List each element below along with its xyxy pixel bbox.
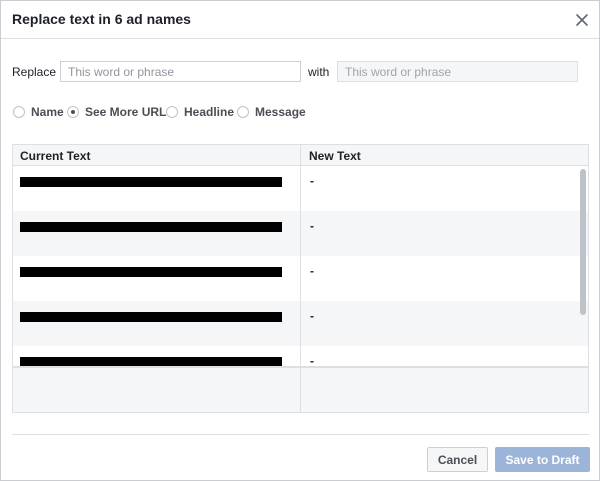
table-row: - — [13, 301, 588, 346]
new-text-cell: - — [310, 219, 314, 233]
close-icon[interactable] — [572, 10, 592, 30]
replace-input[interactable] — [60, 61, 301, 82]
radio-see-more-url-label: See More URL — [85, 105, 167, 119]
table-scrollbar[interactable] — [580, 169, 586, 315]
radio-message[interactable]: Message — [237, 103, 306, 121]
table-row: - — [13, 256, 588, 301]
radio-see-more-url-circle — [67, 106, 79, 118]
save-to-draft-button[interactable]: Save to Draft — [495, 447, 590, 472]
table-row: - — [13, 211, 588, 256]
radio-name[interactable]: Name — [13, 103, 64, 121]
new-text-cell: - — [310, 174, 314, 188]
redacted-current-text — [20, 312, 282, 322]
dialog-header: Replace text in 6 ad names — [1, 1, 599, 39]
footer-divider — [12, 434, 589, 435]
replace-row: Replace with — [1, 61, 599, 83]
radio-see-more-url[interactable]: See More URL — [67, 103, 166, 121]
replace-preview-table: Current Text New Text - - - - - — [12, 144, 589, 413]
new-text-cell: - — [310, 354, 314, 366]
table-row: - — [13, 346, 588, 366]
redacted-current-text — [20, 357, 282, 366]
table-body: - - - - - — [13, 166, 588, 366]
redacted-current-text — [20, 222, 282, 232]
replace-label: Replace — [12, 65, 57, 79]
column-divider — [300, 145, 301, 412]
radio-name-circle — [13, 106, 25, 118]
table-row: - — [13, 166, 588, 211]
table-header: Current Text New Text — [13, 145, 588, 166]
redacted-current-text — [20, 267, 282, 277]
radio-headline-label: Headline — [184, 105, 235, 119]
table-footer — [13, 366, 588, 412]
column-header-current-text: Current Text — [20, 149, 91, 163]
cancel-button[interactable]: Cancel — [427, 447, 488, 472]
radio-message-label: Message — [255, 105, 306, 119]
with-label: with — [308, 65, 330, 79]
with-input[interactable] — [337, 61, 578, 82]
radio-name-label: Name — [31, 105, 64, 119]
field-options: Name See More URL Headline Message — [1, 103, 599, 121]
radio-headline[interactable]: Headline — [166, 103, 234, 121]
column-header-new-text: New Text — [309, 149, 361, 163]
replace-text-dialog: Replace text in 6 ad names Replace with … — [0, 0, 600, 481]
dialog-title: Replace text in 6 ad names — [12, 11, 191, 27]
new-text-cell: - — [310, 264, 314, 278]
radio-message-circle — [237, 106, 249, 118]
radio-headline-circle — [166, 106, 178, 118]
redacted-current-text — [20, 177, 282, 187]
new-text-cell: - — [310, 309, 314, 323]
